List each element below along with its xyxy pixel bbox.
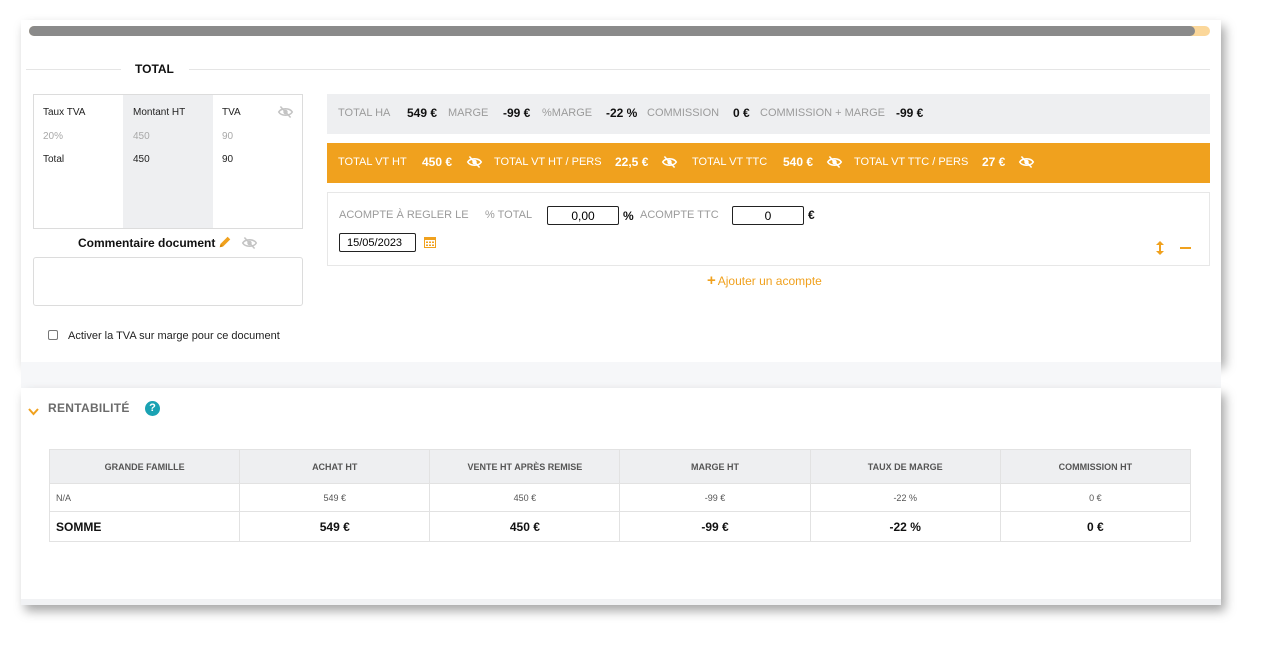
eye-slash-icon[interactable]: [466, 155, 483, 174]
tva-total-label: Total: [43, 154, 65, 165]
total-vt-ht-pers-label: TOTAL VT HT / PERS: [494, 156, 602, 168]
acompte-pct-input[interactable]: [547, 206, 619, 225]
add-acompte-label: Ajouter un acompte: [717, 274, 822, 288]
table-cell: SOMME: [48, 511, 241, 542]
column-header: TAUX DE MARGE: [809, 449, 1001, 484]
tva-total-montant: 450: [133, 154, 150, 165]
calendar-icon[interactable]: [424, 235, 436, 253]
total-vt-ht-pers-value: 22,5 €: [615, 155, 649, 169]
table-row: N/A 549 € 450 € -99 € -22 % 0 €: [48, 483, 1192, 512]
column-header: VENTE HT APRÈS REMISE: [429, 449, 621, 484]
plus-icon: +: [707, 272, 716, 289]
table-cell: 450 €: [429, 511, 621, 542]
eye-slash-icon[interactable]: [661, 155, 678, 174]
commission-marge-value: -99 €: [896, 106, 924, 120]
total-panel: TOTAL Taux TVA Montant HT TVA 20% 450 90…: [21, 20, 1221, 362]
column-header: COMMISSION HT: [999, 449, 1192, 484]
tva-row-tva: 90: [222, 131, 234, 142]
column-header: MARGE HT: [619, 449, 811, 484]
progress-fill: [29, 26, 1195, 36]
table-cell: 549 €: [239, 483, 431, 512]
acompte-ttc-input[interactable]: [732, 206, 804, 225]
rentabilite-table: GRANDE FAMILLE ACHAT HT VENTE HT APRÈS R…: [48, 449, 1192, 542]
chevron-down-icon[interactable]: [28, 403, 39, 421]
marge-value: -99 €: [503, 106, 531, 120]
eye-slash-icon[interactable]: [241, 236, 258, 255]
rentabilite-title[interactable]: RENTABILITÉ: [48, 401, 130, 415]
eye-slash-icon[interactable]: [826, 155, 843, 174]
comment-textarea[interactable]: [33, 257, 303, 306]
eye-slash-icon[interactable]: [1018, 155, 1035, 174]
tva-header-taux: Taux TVA: [43, 107, 86, 118]
acompte-pct-label: % TOTAL: [485, 209, 533, 221]
table-sum-row: SOMME 549 € 450 € -99 € -22 % 0 €: [48, 511, 1192, 542]
divider: [26, 69, 121, 70]
help-icon[interactable]: ?: [145, 401, 160, 416]
pct-marge-value: -22 %: [606, 106, 638, 120]
column-header: GRANDE FAMILLE: [48, 449, 241, 484]
table-cell: -99 €: [619, 483, 811, 512]
pct-marge-label: %MARGE: [542, 107, 593, 119]
table-cell: -99 €: [619, 511, 811, 542]
total-vt-ht-label: TOTAL VT HT: [338, 156, 407, 168]
acompte-date-label: ACOMPTE À REGLER LE: [339, 209, 469, 221]
rentabilite-panel: RENTABILITÉ ? GRANDE FAMILLE ACHAT HT VE…: [21, 388, 1221, 605]
acompte-pct-unit: %: [623, 209, 634, 223]
total-ha-label: TOTAL HA: [338, 107, 391, 119]
total-vt-ttc-pers-value: 27 €: [982, 155, 1006, 169]
table-cell: N/A: [48, 483, 241, 512]
tva-row-montant: 450: [133, 131, 150, 142]
column-header: ACHAT HT: [239, 449, 431, 484]
table-header-row: GRANDE FAMILLE ACHAT HT VENTE HT APRÈS R…: [48, 449, 1192, 484]
total-vt-ttc-pers-label: TOTAL VT TTC / PERS: [854, 156, 969, 168]
tva-total-tva: 90: [222, 154, 234, 165]
table-cell: -22 %: [809, 511, 1001, 542]
commission-value: 0 €: [733, 106, 750, 120]
tva-table: Taux TVA Montant HT TVA 20% 450 90 Total…: [33, 94, 303, 229]
acompte-ttc-unit: €: [808, 208, 815, 222]
commission-label: COMMISSION: [647, 107, 720, 119]
tva-marge-checkbox[interactable]: [48, 330, 58, 340]
tva-marge-label: Activer la TVA sur marge pour ce documen…: [68, 330, 280, 342]
total-vt-ttc-value: 540 €: [783, 155, 814, 169]
divider: [189, 69, 1210, 70]
summary-bar: TOTAL HA 549 € MARGE -99 € %MARGE -22 % …: [327, 94, 1210, 134]
remove-acompte-icon[interactable]: [1180, 247, 1191, 249]
commission-marge-label: COMMISSION + MARGE: [760, 107, 885, 119]
progress-bar: [29, 26, 1210, 36]
tva-header-montant: Montant HT: [133, 107, 186, 118]
table-cell: -22 %: [809, 483, 1001, 512]
total-section-header: TOTAL: [26, 60, 1210, 80]
add-acompte-button[interactable]: + Ajouter un acompte: [707, 272, 822, 289]
acompte-ttc-label: ACOMPTE TTC: [640, 209, 719, 221]
table-cell: 0 €: [999, 483, 1192, 512]
table-cell: 450 €: [429, 483, 621, 512]
sales-bar: TOTAL VT HT 450 € TOTAL VT HT / PERS 22,…: [327, 143, 1210, 183]
comment-label: Commentaire document: [78, 236, 216, 250]
marge-label: MARGE: [448, 107, 489, 119]
resize-vertical-icon[interactable]: [1156, 241, 1164, 260]
tva-row-taux: 20%: [43, 131, 64, 142]
pencil-icon[interactable]: [218, 235, 232, 254]
section-separator: [21, 362, 1221, 388]
section-title: TOTAL: [135, 62, 174, 76]
table-cell: 549 €: [239, 511, 431, 542]
table-cell: 0 €: [999, 511, 1192, 542]
total-ha-value: 549 €: [407, 106, 438, 120]
acompte-row: ACOMPTE À REGLER LE % TOTAL % ACOMPTE TT…: [327, 192, 1210, 266]
total-vt-ht-value: 450 €: [422, 155, 453, 169]
acompte-date-input[interactable]: [339, 233, 416, 252]
total-vt-ttc-label: TOTAL VT TTC: [692, 156, 768, 168]
tva-header-tva: TVA: [222, 107, 241, 118]
eye-slash-icon[interactable]: [277, 105, 294, 119]
